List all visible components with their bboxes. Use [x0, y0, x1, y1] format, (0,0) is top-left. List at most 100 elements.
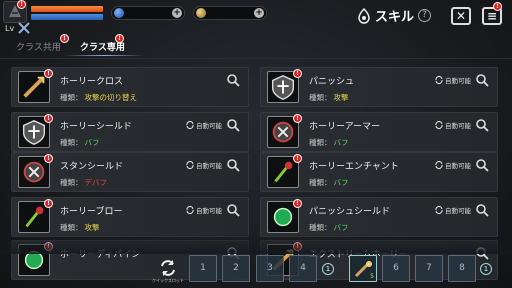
magnifier-icon[interactable]	[475, 73, 489, 87]
skill-slot-6[interactable]: 6	[382, 255, 410, 282]
skill-type: 種類： バフ	[309, 222, 349, 233]
level-label: Lv	[5, 24, 15, 33]
gold-coin-icon	[196, 8, 206, 18]
auto-cycle-icon	[435, 121, 443, 129]
magnifier-icon[interactable]	[226, 203, 240, 217]
auto-label: 自動可能	[445, 77, 471, 85]
skill-type-value: 攻撃	[333, 93, 349, 102]
skill-name: ホーリーアーマー	[309, 122, 381, 132]
slot-count: 5	[370, 273, 374, 280]
currency-gold: +	[193, 6, 267, 20]
tab-class-alert-badge: !	[115, 34, 124, 43]
skill-slot-7[interactable]: 7	[415, 255, 443, 282]
auto-available-indicator: 自動可能	[435, 205, 471, 215]
skill-slot-1[interactable]: 1	[189, 255, 217, 282]
currency-blue: +	[111, 6, 185, 20]
skill-type-prefix: 種類：	[309, 93, 332, 102]
auto-cycle-icon	[186, 206, 194, 214]
skill-type-value: バフ	[333, 223, 349, 232]
auto-label: 自動可能	[196, 207, 222, 215]
auto-available-indicator: 自動可能	[186, 160, 222, 170]
crossed-swords-icon	[18, 22, 30, 34]
skill-type-prefix: 種類：	[60, 93, 83, 102]
magnifier-icon[interactable]	[226, 118, 240, 132]
magnifier-icon[interactable]	[475, 118, 489, 132]
skill-name: ホーリーブロー	[60, 207, 123, 217]
quick-slot-button[interactable]: クイックスロット	[152, 258, 184, 288]
refresh-arrows-icon	[161, 260, 175, 276]
skill-slot-8[interactable]: 8	[448, 255, 476, 282]
skill-type-prefix: 種類：	[309, 178, 332, 187]
add-blue-currency-button[interactable]: +	[172, 8, 182, 18]
skill-card[interactable]: ! ホーリーシールド 種類： バフ 自動可能	[11, 112, 249, 152]
skill-card[interactable]: ! パニッシュ種類： 攻撃 自動可能	[260, 67, 498, 107]
skill-alert-badge: !	[293, 114, 302, 123]
skill-type: 種類： バフ	[309, 137, 349, 148]
list-fade	[0, 234, 512, 254]
auto-available-indicator: 自動可能	[435, 160, 471, 170]
mp-bar	[31, 14, 103, 20]
auto-available-indicator: 自動可能	[186, 205, 222, 215]
skill-slot-4[interactable]: 4	[289, 255, 317, 282]
add-gold-currency-button[interactable]: +	[254, 8, 264, 18]
skill-type-prefix: 種類：	[309, 138, 332, 147]
skill-type-value: バフ	[84, 138, 100, 147]
skill-card[interactable]: ! パニッシュシールド 種類： バフ 自動可能	[260, 197, 498, 237]
skill-type: 種類： 攻撃	[60, 222, 100, 233]
magnifier-icon[interactable]	[475, 158, 489, 172]
auto-label: 自動可能	[196, 122, 222, 130]
skill-type-value: バフ	[333, 178, 349, 187]
skill-type-prefix: 種類：	[60, 223, 83, 232]
auto-label: 自動可能	[196, 162, 222, 170]
skill-name: ホーリーエンチャント	[309, 162, 399, 172]
skill-card[interactable]: ! ホーリークロス種類： 攻撃の切り替え	[11, 67, 249, 107]
skill-alert-badge: !	[293, 69, 302, 78]
help-button[interactable]: ?	[418, 9, 432, 22]
close-button[interactable]: ✕	[451, 7, 471, 25]
skill-card[interactable]: ! ホーリーエンチャント 種類： バフ 自動可能	[260, 152, 498, 192]
skill-type-prefix: 種類：	[60, 178, 83, 187]
skill-card[interactable]: ! ホーリーブロー 種類： 攻撃 自動可能	[11, 197, 249, 237]
auto-available-indicator: 自動可能	[435, 120, 471, 130]
hp-bar	[31, 6, 103, 12]
tab-shared-alert-badge: !	[60, 34, 69, 43]
slot-page-indicator[interactable]: 1	[480, 263, 492, 275]
skill-slot-5[interactable]: 5	[349, 255, 377, 282]
skill-book-icon	[358, 7, 370, 24]
skill-card[interactable]: ! スタンシールド 種類： デバフ 自動可能	[11, 152, 249, 192]
skill-alert-badge: !	[44, 199, 53, 208]
skill-card[interactable]: ! ホーリーアーマー 種類： バフ 自動可能	[260, 112, 498, 152]
skill-type: 種類： バフ	[309, 177, 349, 188]
skill-type-value: 攻撃	[84, 223, 100, 232]
slot-page-indicator[interactable]: 1	[322, 263, 334, 275]
skill-name: ホーリーシールド	[60, 122, 132, 132]
skill-type: 種類： 攻撃の切り替え	[60, 92, 137, 103]
skill-name: パニッシュ	[309, 77, 355, 87]
blue-orb-icon	[114, 8, 124, 18]
auto-cycle-icon	[186, 161, 194, 169]
page-title: スキル	[375, 10, 415, 25]
skill-type: 種類： バフ	[60, 137, 100, 148]
auto-label: 自動可能	[445, 207, 471, 215]
skill-type-prefix: 種類：	[309, 223, 332, 232]
skill-slot-3[interactable]: 3	[256, 255, 284, 282]
tab-class-shared[interactable]: クラス共用	[16, 40, 61, 53]
skill-alert-badge: !	[44, 69, 53, 78]
skill-type: 種類： デバフ	[60, 177, 107, 188]
magnifier-icon[interactable]	[475, 203, 489, 217]
active-tab-indicator	[64, 55, 144, 56]
menu-alert-badge: !	[493, 2, 502, 11]
auto-cycle-icon	[435, 161, 443, 169]
skill-slot-2[interactable]: 2	[222, 255, 250, 282]
auto-available-indicator: 自動可能	[435, 75, 471, 85]
auto-label: 自動可能	[445, 122, 471, 130]
magnifier-icon[interactable]	[226, 158, 240, 172]
skill-name: スタンシールド	[60, 162, 124, 172]
auto-label: 自動可能	[445, 162, 471, 170]
skill-name: ホーリークロス	[60, 77, 124, 87]
auto-cycle-icon	[435, 206, 443, 214]
magnifier-icon[interactable]	[226, 73, 240, 87]
skill-alert-badge: !	[44, 154, 53, 163]
auto-available-indicator: 自動可能	[186, 120, 222, 130]
page-header: スキル ?	[357, 6, 432, 25]
